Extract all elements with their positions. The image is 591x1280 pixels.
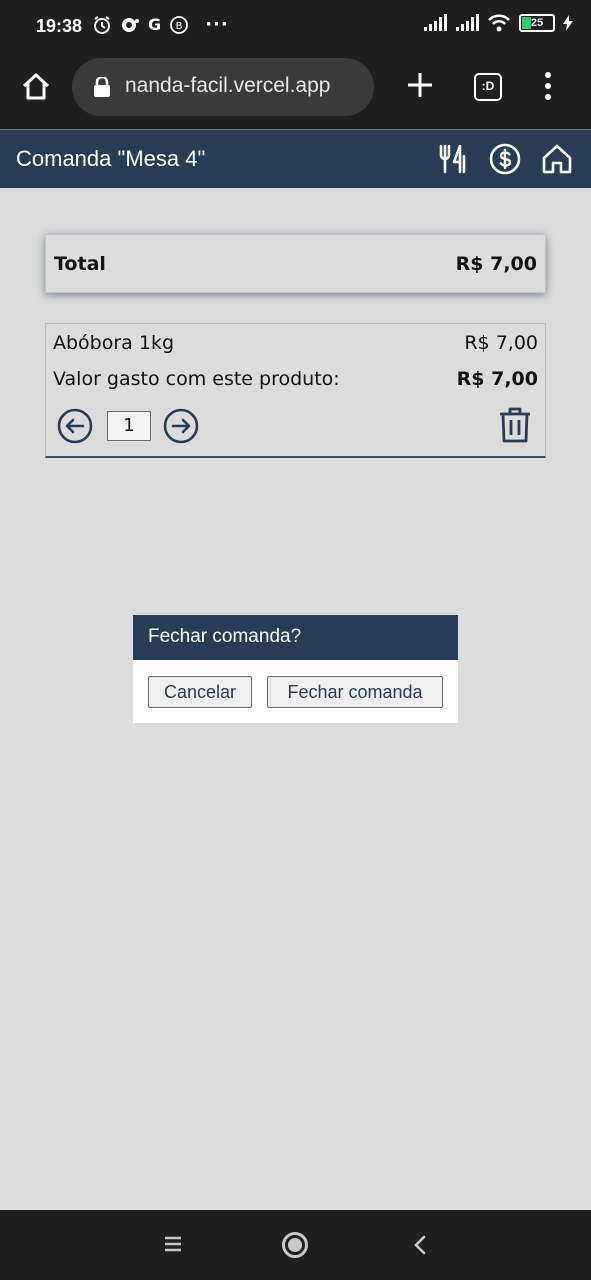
signal-icon <box>456 14 479 31</box>
google-icon: G <box>148 15 162 34</box>
svg-text:B: B <box>176 21 183 32</box>
status-right: 25 <box>423 14 573 32</box>
more-dots-icon: ··· <box>205 14 229 35</box>
close-order-button[interactable]: Fechar comanda <box>267 676 443 708</box>
new-tab-icon[interactable] <box>405 70 435 100</box>
browser-home-icon[interactable] <box>20 71 52 103</box>
charging-icon <box>563 15 573 31</box>
cancel-button[interactable]: Cancelar <box>148 676 252 708</box>
total-card: Total R$ 7,00 <box>45 234 546 293</box>
total-value: R$ 7,00 <box>455 253 537 275</box>
product-spent-label: Valor gasto com este produto: <box>53 368 340 390</box>
recent-apps-icon[interactable] <box>164 1235 182 1253</box>
back-icon[interactable] <box>412 1235 428 1255</box>
b-icon: B <box>170 15 189 34</box>
decrease-quantity-button[interactable] <box>57 408 93 444</box>
url-text[interactable]: nanda-facil.vercel.app <box>125 74 330 98</box>
chat-icon <box>122 17 139 32</box>
signal-icon <box>424 14 447 31</box>
utensils-icon[interactable] <box>436 142 470 176</box>
page-title: Comanda "Mesa 4" <box>16 146 206 171</box>
total-label: Total <box>54 253 106 275</box>
tabs-button[interactable]: :D <box>474 73 502 101</box>
app-header: Comanda "Mesa 4" <box>0 129 591 188</box>
close-order-dialog: Fechar comanda? Cancelar Fechar comanda <box>133 615 458 723</box>
dollar-icon[interactable] <box>488 142 522 176</box>
product-spent-value: R$ 7,00 <box>456 368 538 390</box>
status-time: 19:38 <box>36 16 83 36</box>
lock-icon <box>94 77 110 97</box>
battery-icon: 25 <box>519 14 555 32</box>
home-nav-icon[interactable] <box>282 1232 308 1258</box>
status-bar: 19:38 G B ··· 25 <box>0 0 591 56</box>
quantity-field[interactable]: 1 <box>107 411 151 441</box>
increase-quantity-button[interactable] <box>163 408 199 444</box>
browser-toolbar: nanda-facil.vercel.app :D <box>0 56 591 129</box>
product-price: R$ 7,00 <box>464 332 538 354</box>
dialog-title: Fechar comanda? <box>133 615 458 660</box>
notification-icons: G B ··· <box>92 14 229 35</box>
alarm-icon <box>94 15 110 34</box>
wifi-icon <box>488 14 510 32</box>
delete-product-button[interactable] <box>498 406 532 444</box>
browser-menu-icon[interactable] <box>540 71 556 101</box>
system-nav-bar <box>0 1210 591 1280</box>
home-icon[interactable] <box>540 142 574 176</box>
product-name: Abóbora 1kg <box>53 332 175 354</box>
product-card: Abóbora 1kg R$ 7,00 Valor gasto com este… <box>45 323 546 458</box>
